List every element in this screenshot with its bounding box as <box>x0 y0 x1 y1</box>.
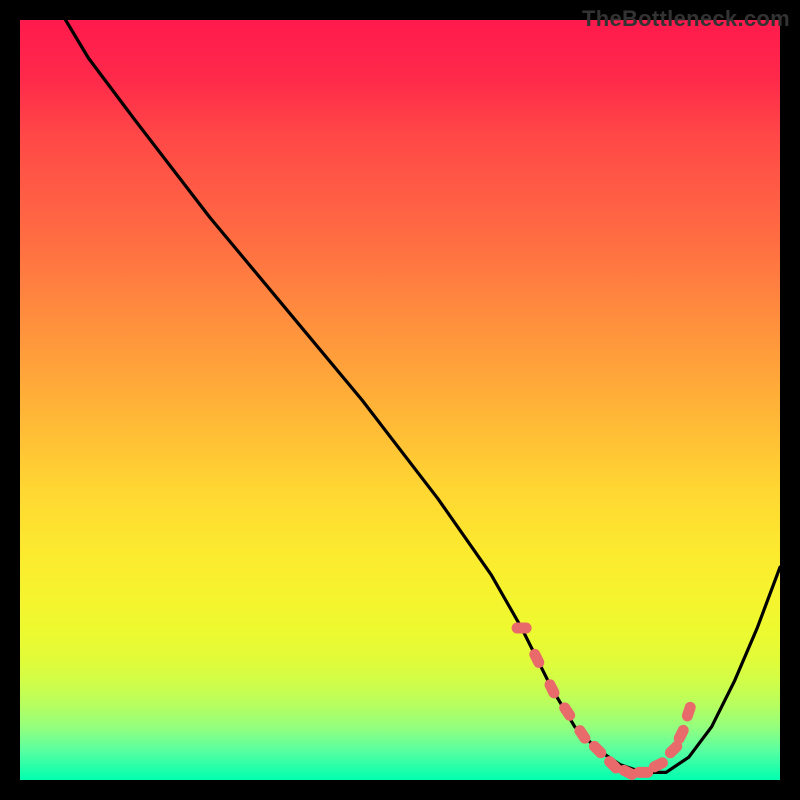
optimal-marker <box>527 647 546 670</box>
bottleneck-curve-path <box>66 20 780 772</box>
chart-container: TheBottleneck.com <box>0 0 800 800</box>
optimal-zone-markers <box>512 623 698 782</box>
curve-svg <box>20 20 780 780</box>
plot-area <box>20 20 780 780</box>
optimal-marker <box>512 623 532 634</box>
optimal-marker <box>680 700 697 722</box>
watermark-text: TheBottleneck.com <box>582 6 790 32</box>
bottleneck-curve <box>66 20 780 772</box>
